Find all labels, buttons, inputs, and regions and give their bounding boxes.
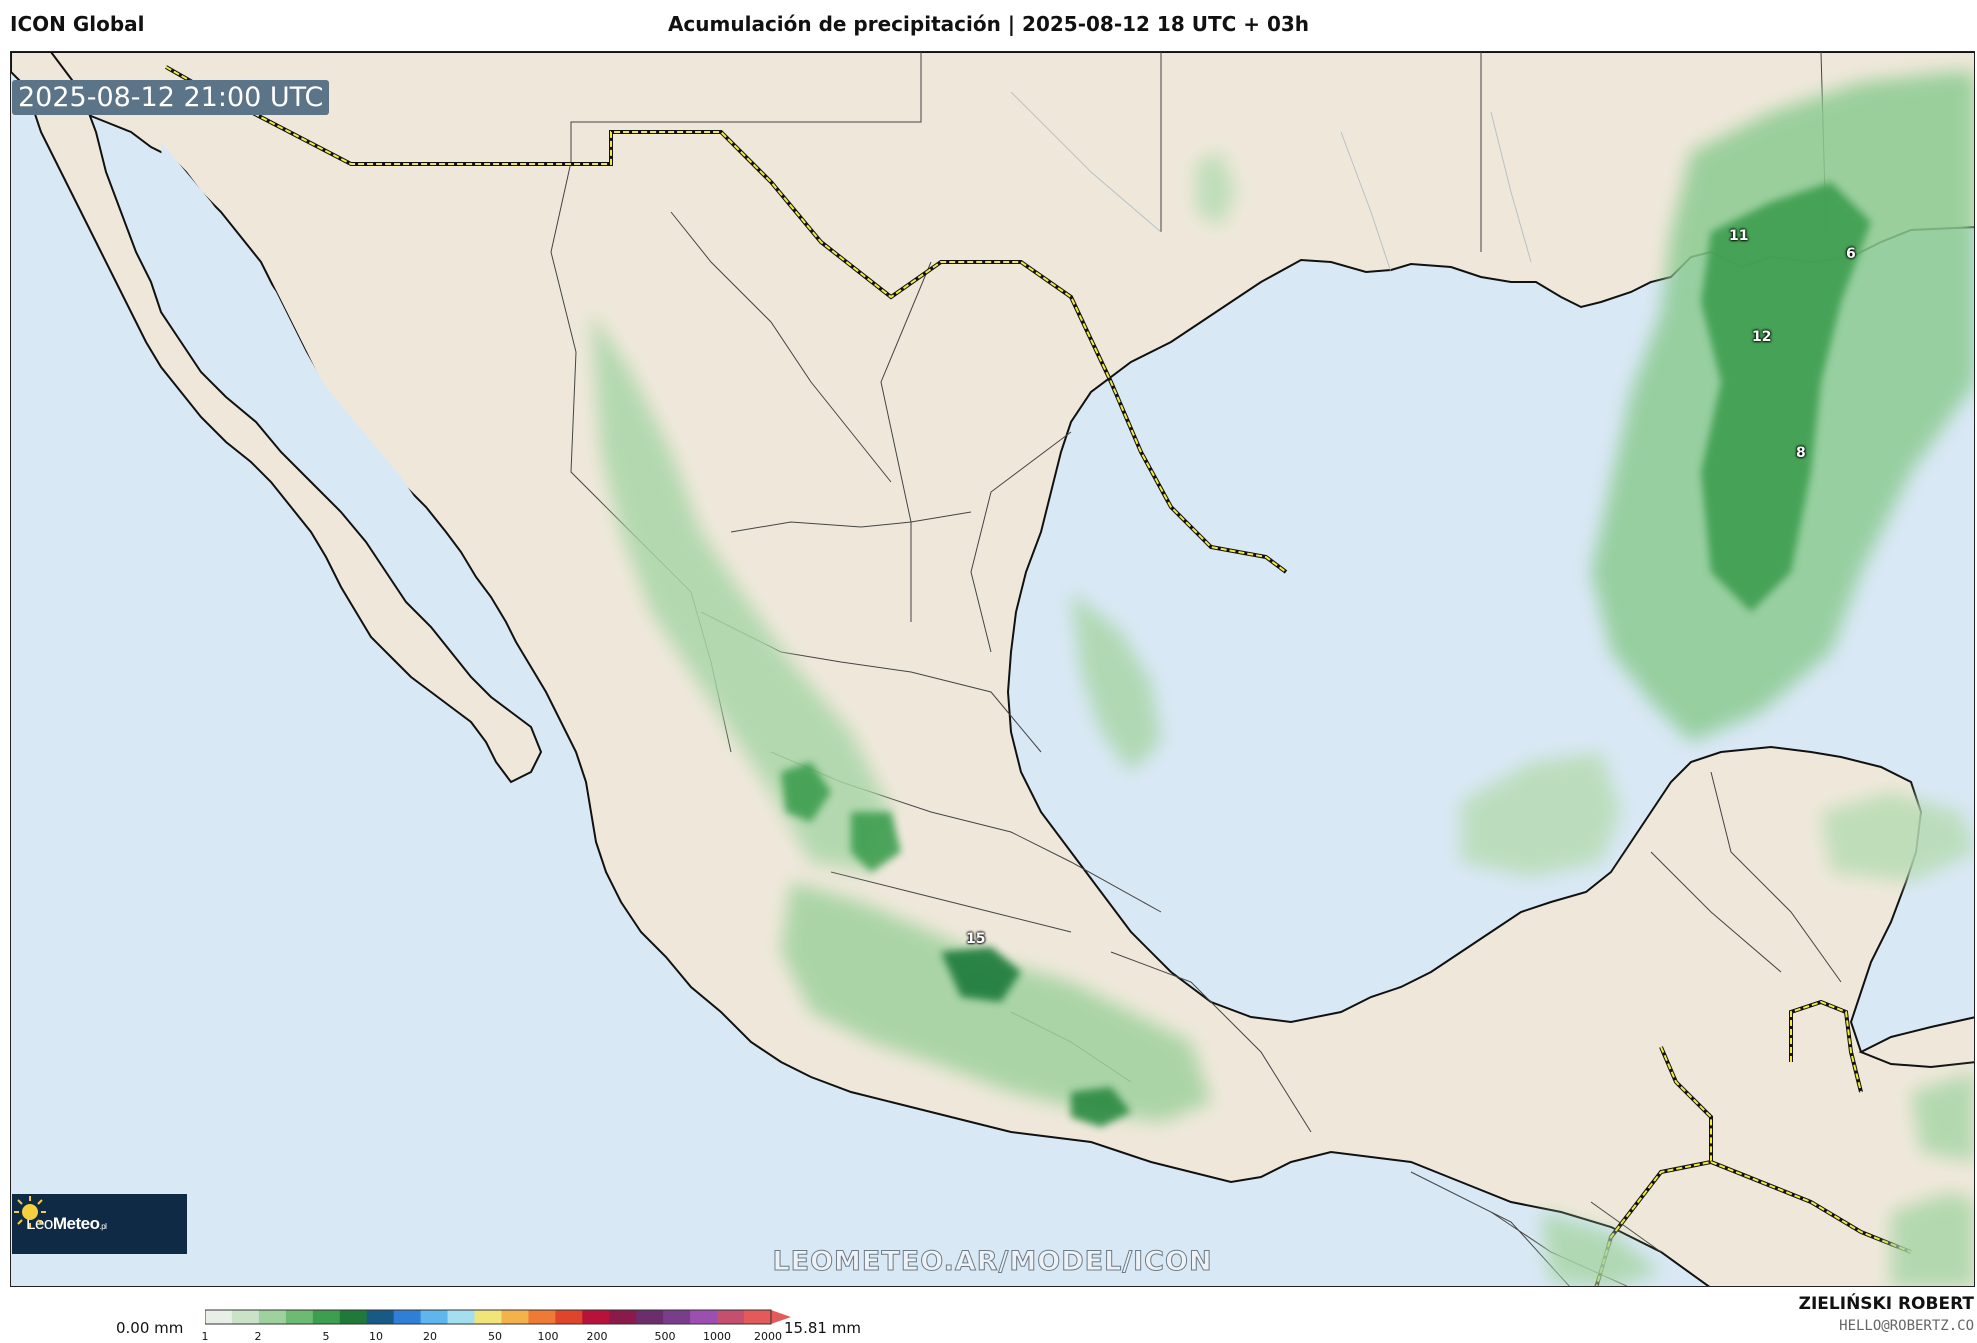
leometeo-logo: LeoMeteo.pl: [12, 1194, 187, 1254]
colorbar-segment: [231, 1310, 260, 1324]
precip-value-label: 6: [1846, 246, 1856, 262]
colorbar-segment: [501, 1310, 529, 1324]
colorbar-segment: [636, 1310, 664, 1324]
colorbar-segment: [528, 1310, 556, 1324]
author-credit: ZIELIŃSKI ROBERT: [1798, 1294, 1974, 1314]
colorbar-tick-label: 5: [322, 1330, 330, 1343]
colorbar-segment: [717, 1310, 745, 1324]
colorbar-segment: [663, 1310, 691, 1324]
colorbar-max-label: 15.81 mm: [784, 1319, 861, 1337]
colorbar-segment: [285, 1310, 314, 1324]
colorbar-segment: [420, 1310, 449, 1324]
colorbar-tick-label: 10: [369, 1330, 383, 1343]
colorbar-tick-label: 2: [254, 1330, 262, 1343]
colorbar-tick-label: 100: [537, 1330, 559, 1343]
colorbar-segment: [609, 1310, 637, 1324]
precip-value-label: 8: [1796, 445, 1806, 461]
map-area[interactable]: 2025-08-12 21:00 UTC LeoMeteo.pl LEOMETE…: [10, 51, 1975, 1287]
colorbar-min-label: 0.00 mm: [116, 1319, 184, 1337]
colorbar-segment: [393, 1310, 422, 1324]
valid-time-badge: 2025-08-12 21:00 UTC: [12, 80, 330, 115]
colorbar-tick-label: 500: [654, 1330, 676, 1343]
map-title: Acumulación de precipitación | 2025-08-1…: [667, 12, 1310, 36]
colorbar-tick-label: 2000: [754, 1330, 782, 1343]
colorbar-tick-label: 20: [423, 1330, 437, 1343]
colorbar-segment: [474, 1310, 502, 1324]
colorbar-segment: [312, 1310, 341, 1324]
colorbar-segment: [744, 1310, 772, 1324]
precip-value-label: 15: [966, 931, 986, 947]
source-watermark: LEOMETEO.AR/MODEL/ICON: [772, 1246, 1213, 1278]
colorbar-segment: [555, 1310, 583, 1324]
colorbar-segment: [582, 1310, 610, 1324]
colorbar-tick-label: 1: [201, 1330, 209, 1343]
author-email: HELLO@ROBERTZ.CO: [1839, 1318, 1974, 1334]
colorbar-tick-label: 200: [586, 1330, 608, 1343]
colorbar-segment: [205, 1310, 233, 1324]
colorbar-segment: [447, 1310, 476, 1324]
precip-value-label: 12: [1752, 329, 1772, 345]
map-canvas: [11, 52, 1974, 1286]
colorbar-segment: [258, 1310, 287, 1324]
colorbar-tick-label: 50: [488, 1330, 502, 1343]
colorbar-tick-label: 1000: [703, 1330, 731, 1343]
precip-value-label: 11: [1729, 228, 1749, 244]
colorbar: [205, 1309, 791, 1325]
colorbar-segment: [690, 1310, 718, 1324]
colorbar-segment: [339, 1310, 368, 1324]
colorbar-segment: [366, 1310, 395, 1324]
sun-icon: [14, 1196, 46, 1228]
